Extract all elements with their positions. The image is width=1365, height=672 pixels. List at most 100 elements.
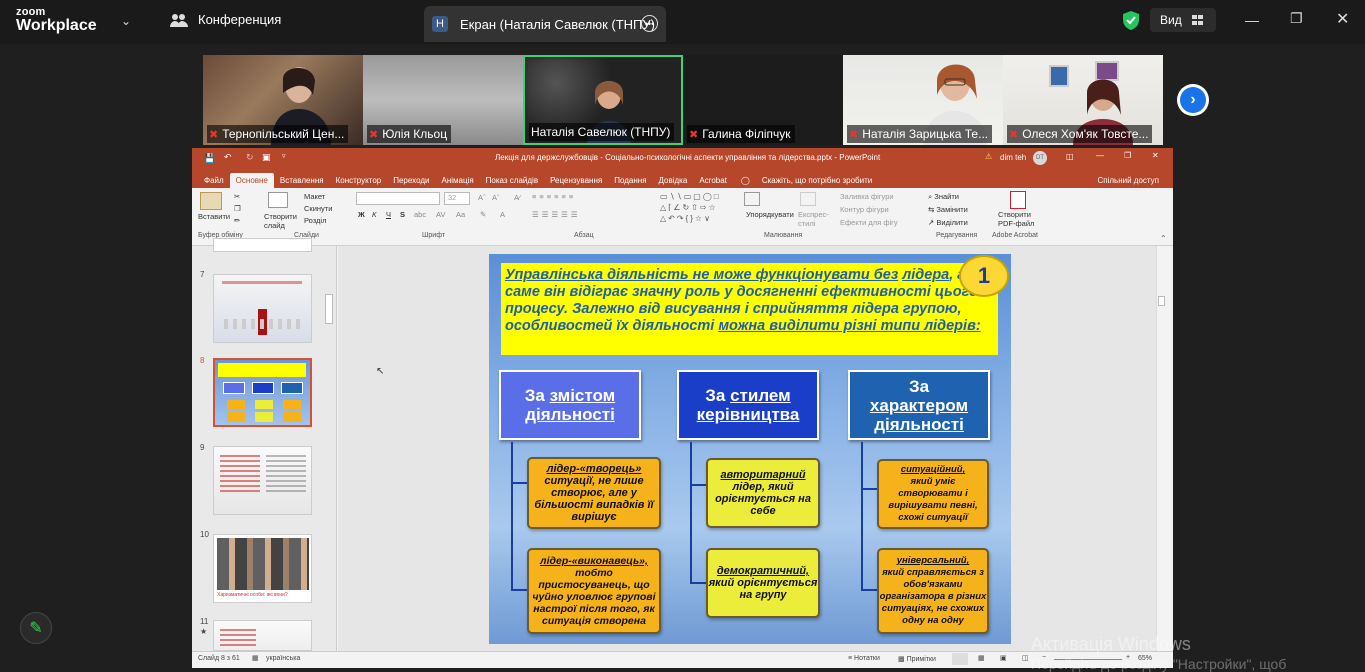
cut-icon[interactable]: ✂ xyxy=(234,192,240,201)
chevron-down-icon[interactable]: ⌄ xyxy=(121,14,131,28)
normal-view-icon[interactable] xyxy=(952,653,968,665)
section-button[interactable]: Розділ xyxy=(304,216,326,225)
thumbnails-scrollbar[interactable] xyxy=(325,294,333,324)
char-spacing-icon[interactable]: AV xyxy=(436,210,445,219)
clear-formatting-icon[interactable]: A⁄ xyxy=(514,193,520,202)
font-name-select[interactable] xyxy=(356,192,440,205)
arrange-button[interactable]: Упорядкувати xyxy=(746,210,794,219)
slideshow-view-icon[interactable]: ◫ xyxy=(1022,654,1029,662)
font-color-icon[interactable]: A xyxy=(500,210,505,219)
paste-button[interactable]: Вставити xyxy=(198,212,230,221)
ppt-minimize-icon[interactable]: — xyxy=(1096,151,1104,160)
notes-button[interactable]: ≡ Нотатки xyxy=(848,655,880,662)
strikethrough-icon[interactable]: abc xyxy=(414,210,426,219)
screen-share-tab[interactable]: Н Екран (Наталія Савелюк (ТНПУ) ••• xyxy=(424,6,666,42)
slide-thumbnail[interactable] xyxy=(213,446,312,515)
participant-tile[interactable]: ✖ Галина Філіпчук xyxy=(683,55,843,145)
new-slide-icon[interactable] xyxy=(268,192,288,208)
leader-type-name: ситуаційний, xyxy=(900,464,966,475)
participant-tile[interactable]: ✖ Олеся Хом'як Товсте... xyxy=(1003,55,1163,145)
shadow-button[interactable]: S xyxy=(400,210,405,219)
slide-thumbnail-selected[interactable] xyxy=(213,358,312,427)
arrange-icon[interactable] xyxy=(744,192,760,206)
select-button[interactable]: ↗ Виділити xyxy=(928,218,968,227)
tab-slideshow[interactable]: Показ слайдів xyxy=(480,173,544,188)
sorter-view-icon[interactable]: ▦ xyxy=(978,654,985,662)
paste-icon[interactable] xyxy=(200,192,222,210)
reset-button[interactable]: Скинути xyxy=(304,204,332,213)
participant-tile[interactable]: ✖ Тернопільський Цен... xyxy=(203,55,363,145)
new-slide-button[interactable]: Створити слайд xyxy=(264,212,300,230)
close-icon[interactable]: ✕ xyxy=(1336,9,1349,29)
conference-tab[interactable]: Конференция xyxy=(170,12,281,27)
reading-view-icon[interactable]: ▣ xyxy=(1000,654,1007,662)
collapse-ribbon-icon[interactable]: ⌃ xyxy=(1160,234,1167,243)
language-indicator[interactable]: українська xyxy=(266,655,300,662)
tab-insert[interactable]: Вставлення xyxy=(274,173,330,188)
align-icon[interactable]: ☰☰☰☰☰ xyxy=(532,210,581,219)
next-page-button[interactable]: › xyxy=(1177,84,1209,116)
slide-thumbnail[interactable] xyxy=(213,620,312,651)
copy-icon[interactable]: ❐ xyxy=(234,204,241,213)
more-options-icon[interactable]: ••• xyxy=(641,15,658,32)
shrink-font-icon[interactable]: Aˇ xyxy=(492,193,500,202)
tell-me-search[interactable]: Скажіть, що потрібно зробити xyxy=(756,173,878,188)
highlight-icon[interactable]: ✎ xyxy=(480,210,486,219)
shape-effects-button[interactable]: Ефекти для фігу xyxy=(840,218,898,227)
customize-qat-icon[interactable]: ▿ xyxy=(282,152,286,160)
ppt-close-icon[interactable]: ✕ xyxy=(1152,151,1159,160)
scrollbar-thumb[interactable] xyxy=(1158,296,1165,306)
quick-styles-icon[interactable] xyxy=(800,192,816,206)
annotate-pen-button[interactable]: ✎ xyxy=(20,612,52,644)
shape-outline-button[interactable]: Контур фігури xyxy=(840,205,889,214)
comments-button[interactable]: ▩ Примітки xyxy=(898,655,936,663)
find-button[interactable]: ⌕ Знайти xyxy=(928,192,959,202)
view-button[interactable]: Вид xyxy=(1150,8,1216,32)
canvas-scrollbar[interactable] xyxy=(1156,246,1166,651)
bullets-icon[interactable]: ≡≡≡≡≡≡ xyxy=(532,192,576,201)
spellcheck-icon[interactable]: ▦ xyxy=(252,654,259,662)
ribbon-display-icon[interactable]: ◫ xyxy=(1066,152,1074,161)
redo-icon[interactable]: ↻ xyxy=(246,152,254,163)
leader-type-name: лідер-«творець» xyxy=(546,463,642,475)
warning-icon[interactable]: ⚠ xyxy=(985,152,992,161)
replace-button[interactable]: ⇆ Замінити xyxy=(928,205,968,214)
shape-fill-button[interactable]: Заливка фігури xyxy=(840,192,894,201)
bold-button[interactable]: Ж xyxy=(358,210,365,219)
tab-acrobat[interactable]: Acrobat xyxy=(693,173,733,188)
tab-help[interactable]: Довідка xyxy=(653,173,694,188)
slide-thumbnail[interactable] xyxy=(213,274,312,343)
tab-transitions[interactable]: Переходи xyxy=(387,173,435,188)
tab-design[interactable]: Конструктор xyxy=(330,173,388,188)
tab-home[interactable]: Основне xyxy=(229,173,274,188)
italic-button[interactable]: К xyxy=(372,210,376,219)
user-avatar[interactable]: DT xyxy=(1033,151,1047,165)
present-icon[interactable]: ▣ xyxy=(262,152,271,163)
tab-file[interactable]: Файл xyxy=(198,173,230,188)
tab-animations[interactable]: Анімація xyxy=(435,173,479,188)
change-case-icon[interactable]: Aa xyxy=(456,210,465,219)
minimize-icon[interactable]: — xyxy=(1245,12,1259,28)
share-button[interactable]: Спільний доступ xyxy=(1091,173,1173,188)
slide-thumbnail[interactable] xyxy=(213,238,312,252)
participant-tile-active[interactable]: Наталія Савелюк (ТНПУ) xyxy=(523,55,683,145)
participant-tile[interactable]: ✖ Юлія Кльоц xyxy=(363,55,523,145)
ppt-restore-icon[interactable]: ❐ xyxy=(1124,151,1131,160)
quick-styles-button[interactable]: Експрес-стилі xyxy=(798,210,832,228)
tab-view[interactable]: Подання xyxy=(608,173,652,188)
tab-review[interactable]: Рецензування xyxy=(544,173,608,188)
pdf-icon[interactable] xyxy=(1010,191,1026,209)
slide-thumbnail[interactable]: Харизматичні особи: які вони? xyxy=(213,534,312,603)
layout-button[interactable]: Макет xyxy=(304,192,325,201)
underline-button[interactable]: Ч xyxy=(386,210,391,219)
undo-icon[interactable]: ↶ xyxy=(224,152,232,163)
shield-check-icon[interactable] xyxy=(1123,11,1139,30)
format-painter-icon[interactable]: ✏ xyxy=(234,216,240,225)
save-icon[interactable]: 💾 xyxy=(204,153,215,164)
grow-font-icon[interactable]: Aˆ xyxy=(478,193,486,202)
create-pdf-button[interactable]: Створити PDF-файл xyxy=(998,210,1040,228)
font-size-select[interactable]: 32 xyxy=(444,192,470,205)
restore-icon[interactable]: ❐ xyxy=(1290,10,1303,27)
participant-tile[interactable]: ✖ Наталія Зарицька Те... xyxy=(843,55,1003,145)
shapes-gallery[interactable]: ▭∖∖▭▢◯□ △⌈∠↻⇧⇨☆ △↶↷{}☆∨ xyxy=(660,191,740,229)
